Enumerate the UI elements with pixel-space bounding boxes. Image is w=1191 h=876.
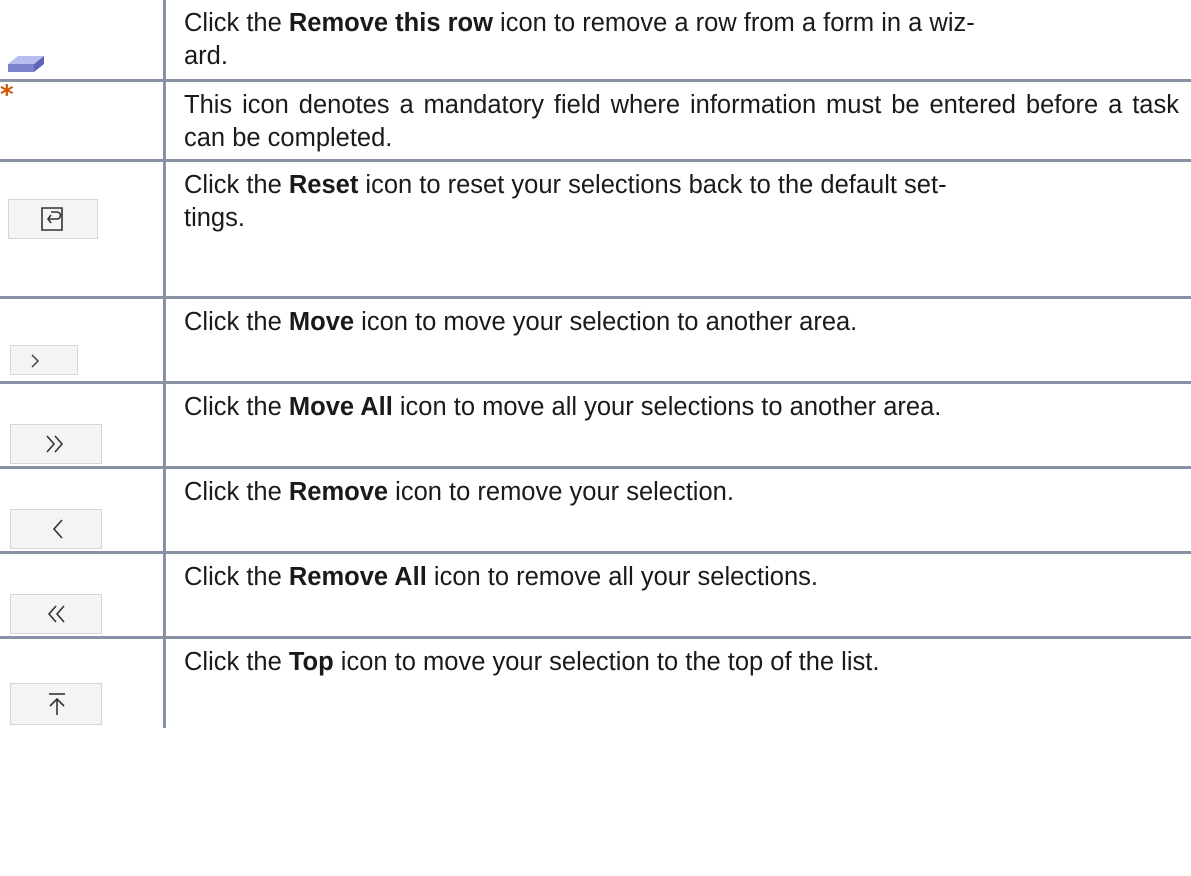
table-row: * This icon denotes a mandatory field wh… (0, 78, 1191, 162)
icon-reference-table: Click the Remove this row icon to remove… (0, 0, 1191, 728)
table-row: Click the Remove icon to remove your sel… (0, 465, 1191, 554)
icon-cell (0, 550, 166, 639)
icon-cell (0, 0, 166, 82)
icon-cell (0, 635, 166, 728)
eraser-icon (8, 56, 44, 72)
description-text: Click the Reset icon to reset your selec… (163, 158, 1191, 299)
icon-cell (0, 295, 166, 384)
table-row: Click the Reset icon to reset your selec… (0, 158, 1191, 299)
description-text: This icon denotes a mandatory field wher… (163, 78, 1191, 162)
move-all-icon[interactable] (10, 423, 102, 464)
description-text: Click the Top icon to move your selectio… (163, 635, 1191, 728)
description-text: Click the Remove All icon to remove all … (163, 550, 1191, 639)
reset-icon[interactable] (8, 198, 98, 239)
top-icon[interactable] (10, 682, 102, 725)
icon-cell (0, 158, 166, 299)
remove-all-icon[interactable] (10, 593, 102, 634)
move-icon[interactable] (10, 344, 78, 375)
asterisk-icon: * (0, 79, 14, 110)
table-row: Click the Move icon to move your selecti… (0, 295, 1191, 384)
table-row: Click the Remove this row icon to remove… (0, 0, 1191, 82)
remove-icon[interactable] (10, 508, 102, 549)
description-text: Click the Move icon to move your selecti… (163, 295, 1191, 384)
icon-cell: * (0, 78, 166, 162)
icon-cell (0, 380, 166, 469)
table-row: Click the Top icon to move your selectio… (0, 635, 1191, 728)
icon-cell (0, 465, 166, 554)
description-text: Click the Remove this row icon to remove… (163, 0, 1191, 82)
table-row: Click the Move All icon to move all your… (0, 380, 1191, 469)
description-text: Click the Remove icon to remove your sel… (163, 465, 1191, 554)
description-text: Click the Move All icon to move all your… (163, 380, 1191, 469)
table-row: Click the Remove All icon to remove all … (0, 550, 1191, 639)
